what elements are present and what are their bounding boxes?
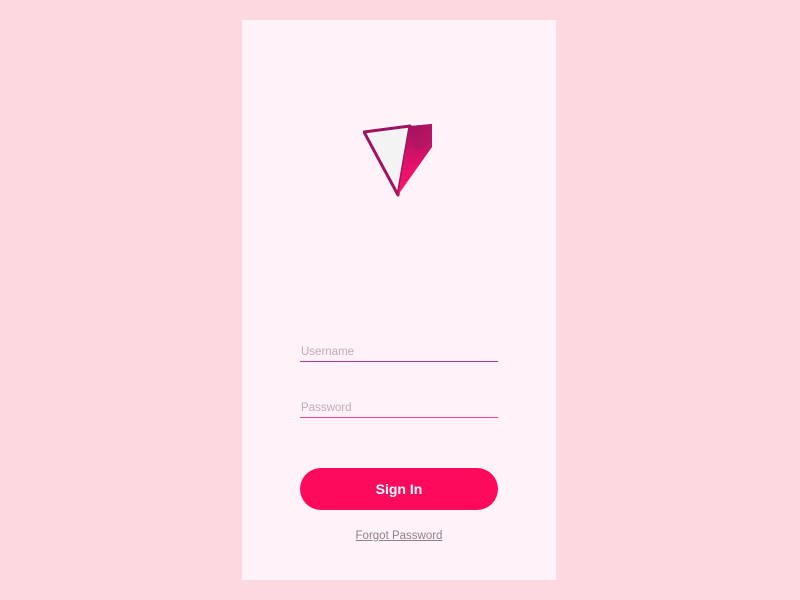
sign-in-button[interactable]: Sign In <box>300 468 498 510</box>
username-underline <box>300 360 498 362</box>
forgot-password-link[interactable]: Forgot Password <box>242 530 556 542</box>
login-card: Sign In Forgot Password <box>242 20 556 580</box>
triangle-logo-icon <box>362 123 435 199</box>
password-field[interactable] <box>300 398 498 418</box>
password-input[interactable] <box>300 399 498 417</box>
username-field[interactable] <box>300 342 498 362</box>
username-input[interactable] <box>300 343 498 361</box>
password-underline <box>300 416 498 418</box>
